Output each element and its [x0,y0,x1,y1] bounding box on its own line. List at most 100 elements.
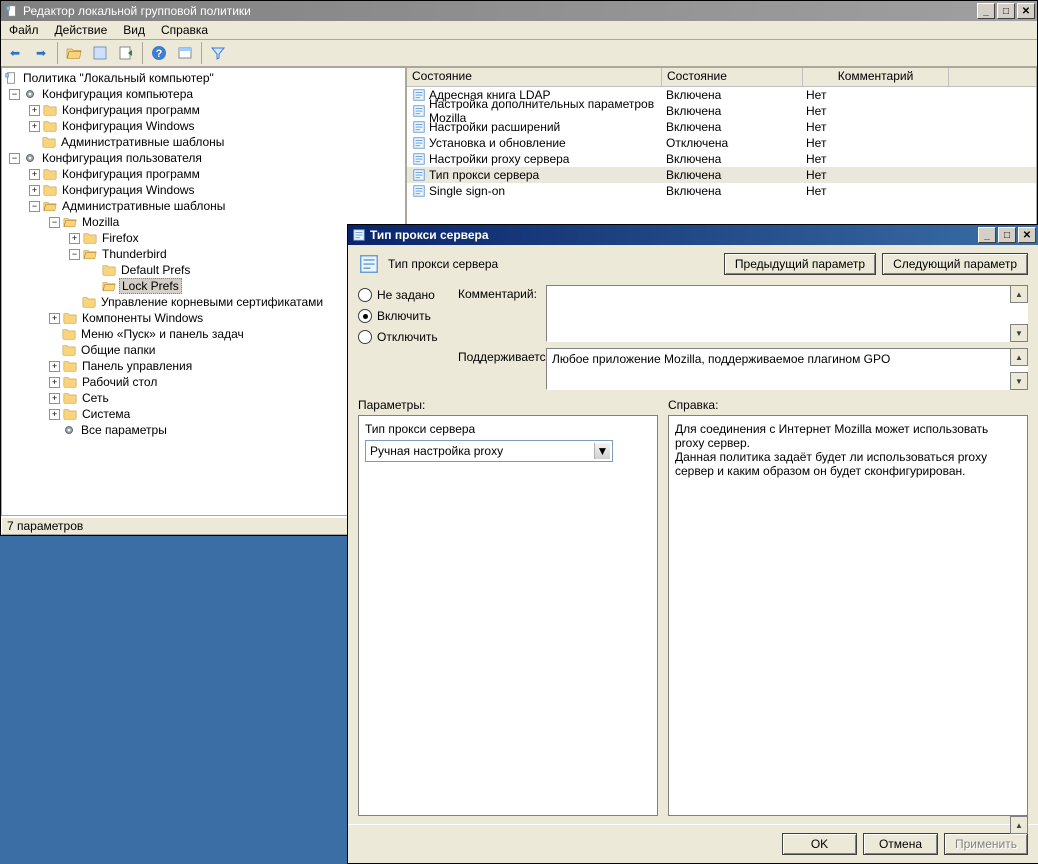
scroll-up-icon[interactable]: ▲ [1010,348,1028,366]
properties-button[interactable] [173,41,197,65]
tree-pane[interactable]: Политика "Локальный компьютер" − Конфигур… [1,67,406,516]
menu-action[interactable]: Действие [47,21,116,39]
folder-icon [63,375,77,389]
tree-item[interactable]: Административные шаблоны [60,199,227,213]
expand-toggle[interactable]: + [49,393,60,404]
tree-thunderbird[interactable]: Thunderbird [100,247,169,261]
tree-item[interactable]: Компоненты Windows [80,311,205,325]
list-item-comment: Нет [806,88,826,102]
tree-conf-user[interactable]: Конфигурация пользователя [40,151,204,165]
help-button[interactable]: ? [147,41,171,65]
folder-icon [83,247,97,261]
up-button[interactable] [62,41,86,65]
tree-root[interactable]: Политика "Локальный компьютер" [21,71,216,85]
next-param-button[interactable]: Следующий параметр [882,253,1028,275]
nav-forward-button[interactable]: ➡ [29,41,53,65]
list-row[interactable]: Тип прокси сервераВключенаНет [407,167,1036,183]
scroll-down-icon[interactable]: ▼ [1010,372,1028,390]
expand-toggle[interactable]: + [49,409,60,420]
list-row[interactable]: Установка и обновлениеОтключенаНет [407,135,1036,151]
maximize-button[interactable]: □ [997,3,1015,19]
dialog-titlebar[interactable]: Тип прокси сервера _ □ ✕ [348,225,1038,245]
list-item-state: Включена [666,152,721,166]
tree-default-prefs[interactable]: Default Prefs [119,263,192,277]
main-titlebar[interactable]: Редактор локальной групповой политики _ … [1,1,1037,21]
menu-file[interactable]: Файл [1,21,47,39]
gear-icon [62,423,76,437]
radio-not-set[interactable]: Не задано [358,285,458,305]
ok-button[interactable]: OK [782,833,857,855]
list-item-name: Single sign-on [429,184,505,198]
tree-conf-computer[interactable]: Конфигурация компьютера [40,87,195,101]
tree-all-params[interactable]: Все параметры [79,423,169,437]
tree-item[interactable]: Рабочий стол [80,375,159,389]
list-row[interactable]: Настройки расширенийВключенаНет [407,119,1036,135]
tree-firefox[interactable]: Firefox [100,231,141,245]
list-item-state: Отключена [666,136,728,150]
tree-mozilla[interactable]: Mozilla [80,215,121,229]
prev-param-button[interactable]: Предыдущий параметр [724,253,876,275]
svg-text:?: ? [156,48,163,60]
col-state[interactable]: Состояние [407,68,662,86]
policy-icon [412,104,426,118]
expand-toggle[interactable]: − [9,153,20,164]
expand-toggle[interactable]: − [29,201,40,212]
expand-toggle[interactable]: + [29,185,40,196]
scroll-up-icon[interactable]: ▲ [1010,285,1028,303]
menu-view[interactable]: Вид [115,21,153,39]
list-item-comment: Нет [806,184,826,198]
tree-item[interactable]: Система [80,407,132,421]
radio-enable[interactable]: Включить [358,305,458,327]
expand-toggle[interactable]: − [9,89,20,100]
tree-lock-prefs[interactable]: Lock Prefs [119,278,182,294]
list-row[interactable]: Настройка дополнительных параметров Mozi… [407,103,1036,119]
expand-toggle[interactable]: + [49,361,60,372]
expand-toggle[interactable]: − [49,217,60,228]
tree-item[interactable]: Конфигурация Windows [60,183,197,197]
col-comment[interactable]: Комментарий [803,68,949,86]
tree-item[interactable]: Меню «Пуск» и панель задач [79,327,246,341]
cancel-button[interactable]: Отмена [863,833,938,855]
scroll-up-icon[interactable]: ▲ [1010,816,1028,834]
proxy-type-select[interactable]: Ручная настройка proxy ▼ [365,440,613,462]
tree-root-cert[interactable]: Управление корневыми сертификатами [99,295,325,309]
expand-toggle[interactable]: + [49,377,60,388]
scroll-down-icon[interactable]: ▼ [1010,324,1028,342]
tree-item[interactable]: Общие папки [79,343,157,357]
expand-toggle[interactable]: + [49,313,60,324]
tree-item[interactable]: Сеть [80,391,111,405]
comment-textarea[interactable] [546,285,1028,342]
nav-back-button[interactable]: ⬅ [3,41,27,65]
expand-toggle[interactable]: − [69,249,80,260]
toolbar: ⬅ ➡ ? [1,40,1037,67]
tree-item[interactable]: Административные шаблоны [59,135,226,149]
list-item-state: Включена [666,104,721,118]
folder-icon [42,135,56,149]
list-row[interactable]: Настройки proxy сервераВключенаНет [407,151,1036,167]
minimize-button[interactable]: _ [978,227,996,243]
tree-item[interactable]: Панель управления [80,359,194,373]
policy-icon [412,120,426,134]
export-button[interactable] [114,41,138,65]
list-row[interactable]: Single sign-onВключенаНет [407,183,1036,199]
expand-toggle[interactable]: + [29,121,40,132]
minimize-button[interactable]: _ [977,3,995,19]
app-icon [5,4,19,18]
list-view-button[interactable] [88,41,112,65]
policy-icon [358,253,380,275]
radio-disable[interactable]: Отключить [358,327,458,347]
menu-help[interactable]: Справка [153,21,216,39]
apply-button[interactable]: Применить [944,833,1028,855]
expand-toggle[interactable]: + [69,233,80,244]
close-button[interactable]: ✕ [1018,227,1036,243]
tree-item[interactable]: Конфигурация Windows [60,119,197,133]
filter-button[interactable] [206,41,230,65]
list-item-state: Включена [666,168,721,182]
maximize-button[interactable]: □ [998,227,1016,243]
close-button[interactable]: ✕ [1017,3,1035,19]
tree-item[interactable]: Конфигурация программ [60,103,202,117]
tree-item[interactable]: Конфигурация программ [60,167,202,181]
col-state2[interactable]: Состояние [662,68,803,86]
expand-toggle[interactable]: + [29,105,40,116]
expand-toggle[interactable]: + [29,169,40,180]
